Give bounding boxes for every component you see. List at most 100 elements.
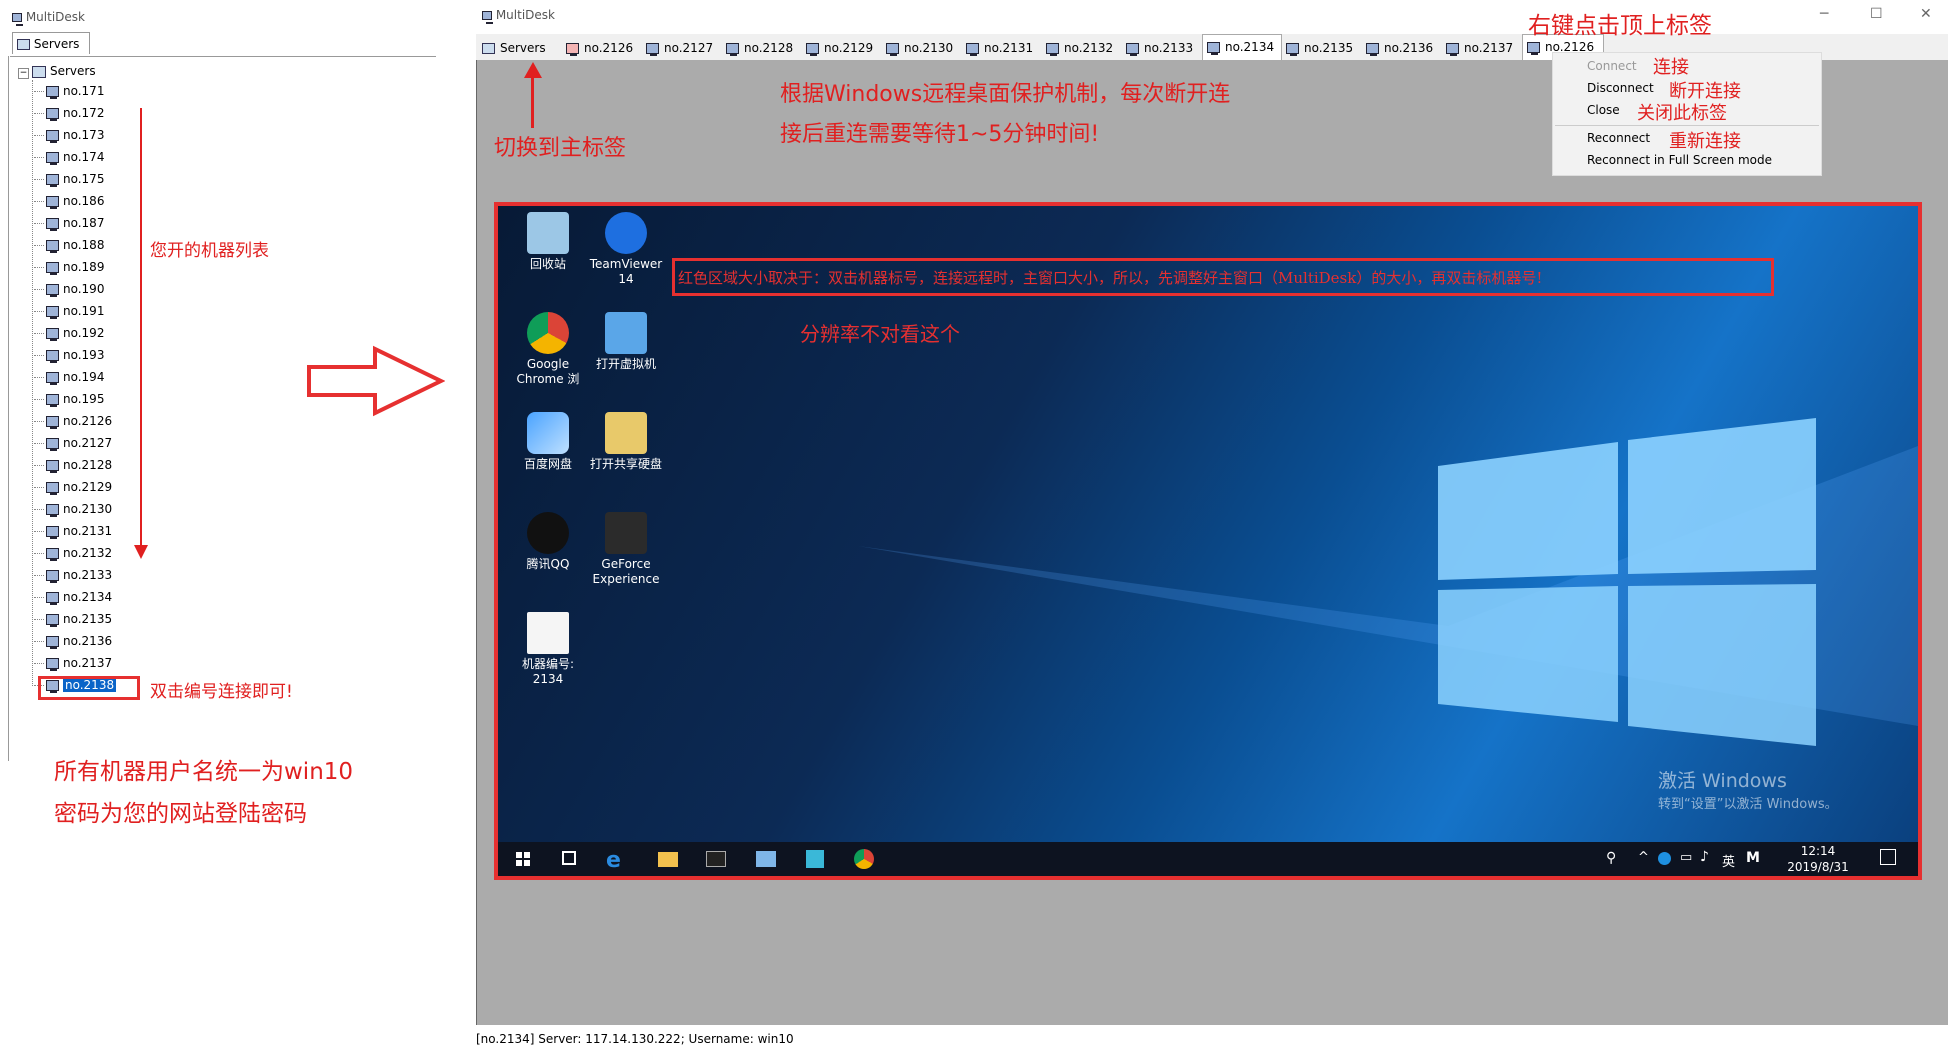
tree-item-no-194[interactable]: no.194 — [34, 368, 104, 386]
tree-item-label: no.172 — [63, 106, 105, 120]
tree-item-no-191[interactable]: no.191 — [34, 302, 104, 320]
annotation-machine-list: 您开的机器列表 — [150, 241, 269, 261]
tree-item-label: no.187 — [63, 216, 105, 230]
tree-branch — [34, 267, 44, 268]
tree-branch — [34, 399, 44, 400]
tree-item-no-2130[interactable]: no.2130 — [34, 500, 112, 518]
tree-item-no-189[interactable]: no.189 — [34, 258, 104, 276]
tree-item-no-175[interactable]: no.175 — [34, 170, 104, 188]
menu-connect[interactable]: Connect — [1587, 59, 1637, 73]
tab-no-2127[interactable]: no.2127 — [642, 36, 722, 60]
tree-branch — [34, 443, 44, 444]
tree-item-no-2131[interactable]: no.2131 — [34, 522, 112, 540]
tab-no-2128[interactable]: no.2128 — [722, 36, 802, 60]
tree-branch — [34, 465, 44, 466]
close-button[interactable]: ✕ — [1920, 6, 1932, 22]
list-arrow-head — [134, 545, 148, 559]
tree-item-no-2129[interactable]: no.2129 — [34, 478, 112, 496]
tab-no-2129[interactable]: no.2129 — [802, 36, 882, 60]
computer-icon — [46, 548, 59, 561]
tab-no-2135[interactable]: no.2135 — [1282, 36, 1362, 60]
tab-no-2130[interactable]: no.2130 — [882, 36, 962, 60]
tree-branch — [34, 135, 44, 136]
computer-icon — [46, 438, 59, 451]
tree-item-no-2134[interactable]: no.2134 — [34, 588, 112, 606]
tree-branch — [34, 531, 44, 532]
tree-item-no-2136[interactable]: no.2136 — [34, 632, 112, 650]
computer-icon — [1046, 43, 1059, 56]
tree-item-no-188[interactable]: no.188 — [34, 236, 104, 254]
tab-servers[interactable]: Servers — [478, 36, 562, 60]
tree-branch — [34, 597, 44, 598]
computer-icon — [46, 416, 59, 429]
tab-no-2134[interactable]: no.2134 — [1202, 34, 1282, 60]
servers-icon — [17, 39, 30, 50]
tree-item-label: no.2130 — [63, 502, 113, 516]
computer-icon — [46, 350, 59, 363]
tree-branch — [34, 421, 44, 422]
tree-item-label: no.191 — [63, 304, 105, 318]
tree-item-no-187[interactable]: no.187 — [34, 214, 104, 232]
highlight-box-2138 — [38, 676, 140, 700]
tree-branch — [34, 575, 44, 576]
tab-no-2132[interactable]: no.2132 — [1042, 36, 1122, 60]
annotation-switch-main: 切换到主标签 — [494, 136, 627, 161]
tree-item-no-2128[interactable]: no.2128 — [34, 456, 112, 474]
tab-no-2133[interactable]: no.2133 — [1122, 36, 1202, 60]
tree-item-no-172[interactable]: no.172 — [34, 104, 104, 122]
tree-item-label: no.2135 — [63, 612, 113, 626]
tree-item-label: no.2128 — [63, 458, 113, 472]
tree-item-no-193[interactable]: no.193 — [34, 346, 104, 364]
tree-item-no-2133[interactable]: no.2133 — [34, 566, 112, 584]
computer-icon — [46, 284, 59, 297]
computer-icon — [46, 526, 59, 539]
tree-item-no-2135[interactable]: no.2135 — [34, 610, 112, 628]
tree-branch — [34, 619, 44, 620]
menu-reconnect[interactable]: Reconnect — [1587, 131, 1650, 145]
app-icon — [12, 13, 23, 26]
annotation-protect-1: 根据Windows远程桌面保护机制，每次断开连 — [780, 82, 1231, 107]
computer-icon — [46, 262, 59, 275]
tree-item-label: no.2131 — [63, 524, 113, 538]
switch-arrow-head — [524, 62, 542, 78]
left-servers-tab[interactable]: Servers — [12, 32, 90, 54]
tree-item-no-192[interactable]: no.192 — [34, 324, 104, 342]
tree-branch — [34, 333, 44, 334]
computer-icon — [806, 43, 819, 56]
menu-reconnect-fullscreen[interactable]: Reconnect in Full Screen mode — [1587, 153, 1772, 167]
menu-close[interactable]: Close — [1587, 103, 1620, 117]
tree-branch — [34, 113, 44, 114]
tree-item-no-171[interactable]: no.171 — [34, 82, 104, 100]
tree-item-no-2126[interactable]: no.2126 — [34, 412, 112, 430]
tree-item-no-174[interactable]: no.174 — [34, 148, 104, 166]
tree-branch — [34, 245, 44, 246]
minimize-button[interactable]: ─ — [1820, 6, 1828, 22]
computer-icon — [46, 306, 59, 319]
tree-item-no-2137[interactable]: no.2137 — [34, 654, 112, 672]
computer-icon — [46, 328, 59, 341]
maximize-button[interactable]: ☐ — [1870, 6, 1883, 22]
tree-branch — [34, 509, 44, 510]
tree-item-no-173[interactable]: no.173 — [34, 126, 104, 144]
tab-no-2137[interactable]: no.2137 — [1442, 36, 1522, 60]
tree-branch — [34, 91, 44, 92]
computer-icon — [1366, 43, 1379, 56]
tab-no-2136[interactable]: no.2136 — [1362, 36, 1442, 60]
tree-root[interactable]: − Servers — [18, 62, 96, 80]
menu-disconnect[interactable]: Disconnect — [1587, 81, 1654, 95]
tree-item-no-190[interactable]: no.190 — [34, 280, 104, 298]
computer-icon — [1207, 42, 1220, 55]
tab-no-2131[interactable]: no.2131 — [962, 36, 1042, 60]
tree-item-label: no.186 — [63, 194, 105, 208]
computer-icon — [966, 43, 979, 56]
computer-icon — [46, 108, 59, 121]
tab-no-2126[interactable]: no.2126 — [562, 36, 642, 60]
tree-item-no-195[interactable]: no.195 — [34, 390, 104, 408]
tree-item-no-186[interactable]: no.186 — [34, 192, 104, 210]
left-divider — [8, 56, 9, 761]
tree-item-no-2132[interactable]: no.2132 — [34, 544, 112, 562]
tree-item-label: no.188 — [63, 238, 105, 252]
collapse-icon[interactable]: − — [18, 68, 29, 79]
tree-item-no-2127[interactable]: no.2127 — [34, 434, 112, 452]
list-arrow-line — [140, 108, 142, 548]
